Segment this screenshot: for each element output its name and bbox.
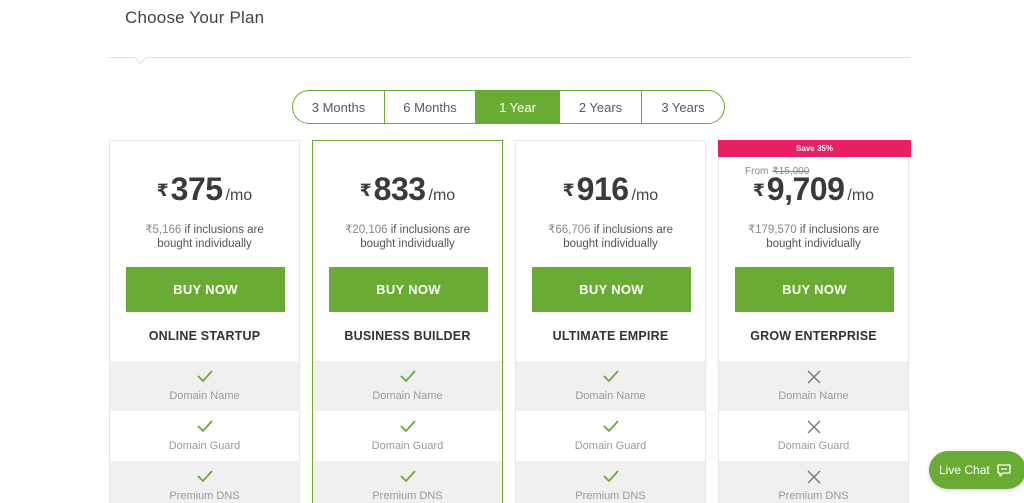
feature-row: Domain Guard [516,411,705,461]
plan-name: BUSINESS BUILDER [344,329,471,343]
feature-label: Domain Name [372,390,443,402]
currency-symbol: ₹ [359,181,372,200]
feature-row: Domain Name [313,361,502,411]
plan-card-online-startup: ₹375/mo ₹5,166 if inclusions are bought … [109,140,300,503]
plan-name: ONLINE STARTUP [148,329,261,343]
inclusion-text-2: bought individually [157,238,252,250]
feature-label: Domain Guard [168,440,241,452]
feature-label: Domain Guard [574,440,647,452]
feature-label: Domain Guard [371,440,444,452]
buy-now-button[interactable]: BUY NOW [532,267,691,312]
cross-icon [719,369,908,385]
duration-selector: 3 Months 6 Months 1 Year 2 Years 3 Years [292,90,725,124]
duration-tab-3-years[interactable]: 3 Years [642,91,724,123]
inclusion-note: ₹66,706 if inclusions are bought individ… [516,223,705,251]
feature-row: Domain Guard [719,411,908,461]
price-period: /mo [428,187,456,204]
check-icon [516,469,705,485]
title-divider [109,57,910,58]
inclusion-text-2: bought individually [360,238,455,250]
feature-list: Domain Name Domain Guard Premium DNS [719,361,908,503]
inclusion-text: if inclusions are [181,224,264,236]
feature-label: Premium DNS [372,490,443,502]
cross-icon [719,419,908,435]
inclusion-value: ₹66,706 [548,224,591,236]
inclusion-value: ₹20,106 [345,224,388,236]
feature-row: Domain Guard [110,411,299,461]
price-period: /mo [225,187,253,204]
feature-label: Premium DNS [778,490,849,502]
duration-tab-1-year[interactable]: 1 Year [476,91,560,123]
feature-row: Domain Name [516,361,705,411]
feature-label: Domain Name [778,390,849,402]
feature-row: Domain Name [719,361,908,411]
currency-symbol: ₹ [752,181,765,200]
currency-symbol: ₹ [562,181,575,200]
save-badge: Save 35% [718,140,911,157]
check-icon [516,419,705,435]
check-icon [313,369,502,385]
duration-tab-3-months[interactable]: 3 Months [293,91,385,123]
plan-card-business-builder: ₹833/mo ₹20,106 if inclusions are bought… [312,140,503,503]
check-icon [313,419,502,435]
feature-row: Domain Name [110,361,299,411]
check-icon [110,369,299,385]
inclusion-text: if inclusions are [387,224,470,236]
price-amount: 9,709 [766,171,845,207]
chat-icon [996,463,1012,478]
cross-icon [719,469,908,485]
feature-list: Domain Name Domain Guard Premium DNS [516,361,705,503]
check-icon [516,369,705,385]
buy-now-button[interactable]: BUY NOW [329,267,488,312]
check-icon [110,469,299,485]
feature-row: Premium DNS [719,461,908,503]
inclusion-text-2: bought individually [563,238,658,250]
inclusion-text: if inclusions are [796,224,880,236]
feature-label: Premium DNS [575,490,646,502]
plan-name: GROW ENTERPRISE [750,329,877,343]
price-amount: 916 [576,171,629,207]
plan-card-grow-enterprise: Save 35% From ₹15,000 ₹9,709/mo ₹179,570 … [718,140,911,503]
buy-now-button[interactable]: BUY NOW [126,267,285,312]
feature-row: Premium DNS [516,461,705,503]
feature-list: Domain Name Domain Guard Premium DNS [313,361,502,503]
inclusion-value: ₹179,570 [747,224,797,236]
feature-label: Domain Name [169,390,240,402]
inclusion-note: ₹20,106 if inclusions are bought individ… [313,223,502,251]
price-period: /mo [631,187,659,204]
feature-label: Domain Name [575,390,646,402]
feature-label: Premium DNS [169,490,240,502]
inclusion-text-2: bought individually [766,238,861,250]
plan-price: ₹9,709/mo [719,171,908,208]
price-amount: 833 [373,171,426,207]
plan-card-ultimate-empire: ₹916/mo ₹66,706 if inclusions are bought… [515,140,706,503]
inclusion-note: ₹179,570 if inclusions are bought indivi… [719,223,908,251]
price-amount: 375 [170,171,223,207]
feature-list: Domain Name Domain Guard Premium DNS [110,361,299,503]
duration-tab-2-years[interactable]: 2 Years [560,91,642,123]
inclusion-text: if inclusions are [590,224,673,236]
feature-row: Premium DNS [110,461,299,503]
check-icon [110,419,299,435]
plan-price: ₹833/mo [313,171,502,208]
check-icon [313,469,502,485]
plans-row: ₹375/mo ₹5,166 if inclusions are bought … [109,140,911,503]
buy-now-button[interactable]: BUY NOW [735,267,894,312]
feature-row: Premium DNS [313,461,502,503]
duration-tab-6-months[interactable]: 6 Months [385,91,476,123]
plan-name: ULTIMATE EMPIRE [552,329,669,343]
plan-price: ₹375/mo [110,171,299,208]
feature-label: Domain Guard [777,440,850,452]
inclusion-note: ₹5,166 if inclusions are bought individu… [110,223,299,251]
inclusion-value: ₹5,166 [145,224,182,236]
plan-price: ₹916/mo [516,171,705,208]
page-title: Choose Your Plan [125,8,265,27]
title-divider-notch [134,51,147,64]
price-period: /mo [847,187,875,204]
live-chat-label: Live Chat [939,463,990,477]
currency-symbol: ₹ [156,181,169,200]
feature-row: Domain Guard [313,411,502,461]
live-chat-button[interactable]: Live Chat [929,451,1024,489]
